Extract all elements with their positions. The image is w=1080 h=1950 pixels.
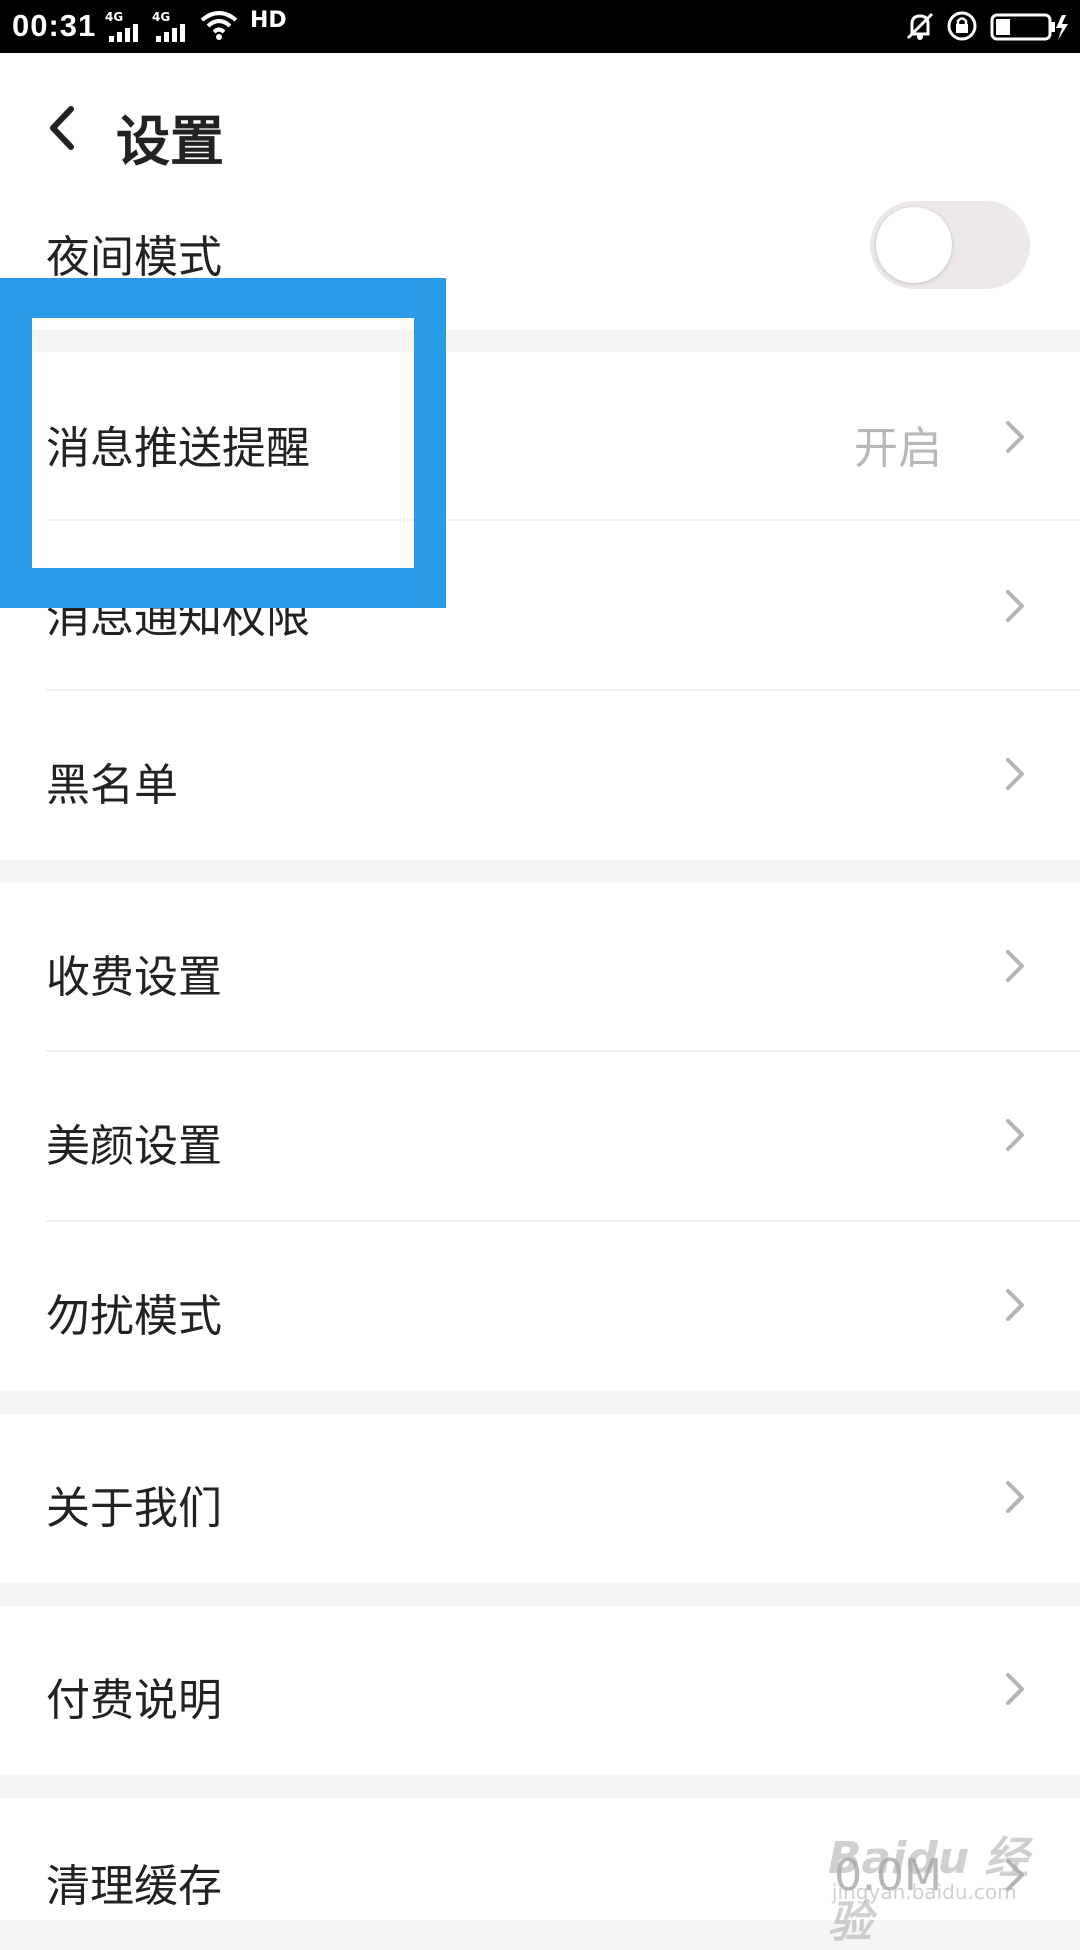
dnd-mode-row[interactable]: 勿扰模式: [0, 1222, 1080, 1391]
notification-permission-label: 消息通知权限: [46, 592, 310, 643]
page-title: 设置: [116, 110, 224, 173]
push-reminder-row[interactable]: 消息推送提醒 开启: [0, 352, 1080, 521]
payment-info-row[interactable]: 付费说明: [0, 1606, 1080, 1775]
clear-cache-label: 清理缓存: [46, 1861, 222, 1912]
night-mode-label: 夜间模式: [46, 232, 222, 283]
chevron-right-icon: [1006, 758, 1024, 790]
mute-bell-icon: [906, 12, 934, 40]
back-chevron-icon: [50, 106, 74, 150]
notification-permission-row[interactable]: 消息通知权限: [0, 521, 1080, 691]
hd-badge: HD: [250, 8, 287, 33]
chevron-right-icon: [1006, 1859, 1024, 1891]
chevron-right-icon: [1006, 590, 1024, 622]
blacklist-label: 黑名单: [46, 760, 178, 811]
blacklist-row[interactable]: 黑名单: [0, 691, 1080, 860]
clear-cache-row[interactable]: 清理缓存 0.0M: [0, 1798, 1080, 1920]
rotation-lock-icon: [947, 11, 977, 41]
charge-settings-label: 收费设置: [46, 952, 222, 1003]
payment-info-label: 付费说明: [46, 1675, 222, 1726]
clear-cache-value: 0.0M: [834, 1850, 942, 1901]
chevron-right-icon: [1006, 421, 1024, 453]
push-reminder-value: 开启: [854, 423, 942, 474]
chevron-right-icon: [1006, 1673, 1024, 1705]
about-us-label: 关于我们: [46, 1483, 222, 1534]
battery-charging-icon: [990, 13, 1068, 41]
beauty-settings-row[interactable]: 美颜设置: [0, 1052, 1080, 1222]
back-button[interactable]: [40, 101, 84, 155]
toggle-knob: [876, 207, 952, 283]
chevron-right-icon: [1006, 1289, 1024, 1321]
night-mode-toggle[interactable]: [870, 201, 1030, 289]
chevron-right-icon: [1006, 950, 1024, 982]
status-bar: 00:31 4G 4G HD: [0, 0, 1080, 53]
chevron-right-icon: [1006, 1481, 1024, 1513]
night-mode-row: 夜间模式: [0, 201, 1080, 330]
about-us-row[interactable]: 关于我们: [0, 1414, 1080, 1583]
status-time: 00:31: [12, 8, 97, 43]
chevron-right-icon: [1006, 1119, 1024, 1151]
dnd-mode-label: 勿扰模式: [46, 1291, 222, 1342]
charge-settings-row[interactable]: 收费设置: [0, 883, 1080, 1052]
push-reminder-label: 消息推送提醒: [46, 423, 310, 474]
header: 设置: [0, 53, 1080, 201]
beauty-settings-label: 美颜设置: [46, 1121, 222, 1172]
wifi-icon: [200, 11, 238, 40]
